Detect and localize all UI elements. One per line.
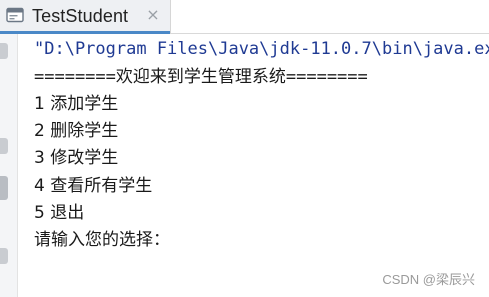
run-console-output[interactable]: "D:\Program Files\Java\jdk-11.0.7\bin\ja…: [34, 38, 489, 297]
console-line: 1 添加学生: [34, 94, 119, 114]
watermark: CSDN @梁辰兴: [382, 272, 475, 287]
console-line: 2 删除学生: [34, 121, 119, 141]
console-prompt: 请输入您的选择：: [34, 230, 170, 250]
console-line: 5 退出: [34, 203, 85, 223]
java-command-line: "D:\Program Files\Java\jdk-11.0.7\bin\ja…: [34, 39, 489, 59]
gutter-marker: [0, 43, 8, 59]
close-icon[interactable]: ×: [144, 6, 162, 24]
active-tab-indicator: [0, 31, 170, 34]
gutter-marker: [0, 138, 8, 154]
console-gutter: [0, 34, 18, 297]
console-window-icon: [6, 7, 24, 23]
gutter-marker: [0, 176, 8, 200]
editor-tab-bar: TestStudent ×: [0, 0, 489, 34]
console-line: 4 查看所有学生: [34, 176, 153, 196]
tab-teststudent[interactable]: TestStudent ×: [0, 0, 171, 34]
gutter-marker: [0, 248, 8, 264]
console-line: ========欢迎来到学生管理系统========: [34, 67, 368, 87]
tab-title: TestStudent: [32, 6, 129, 26]
console-line: 3 修改学生: [34, 148, 119, 168]
